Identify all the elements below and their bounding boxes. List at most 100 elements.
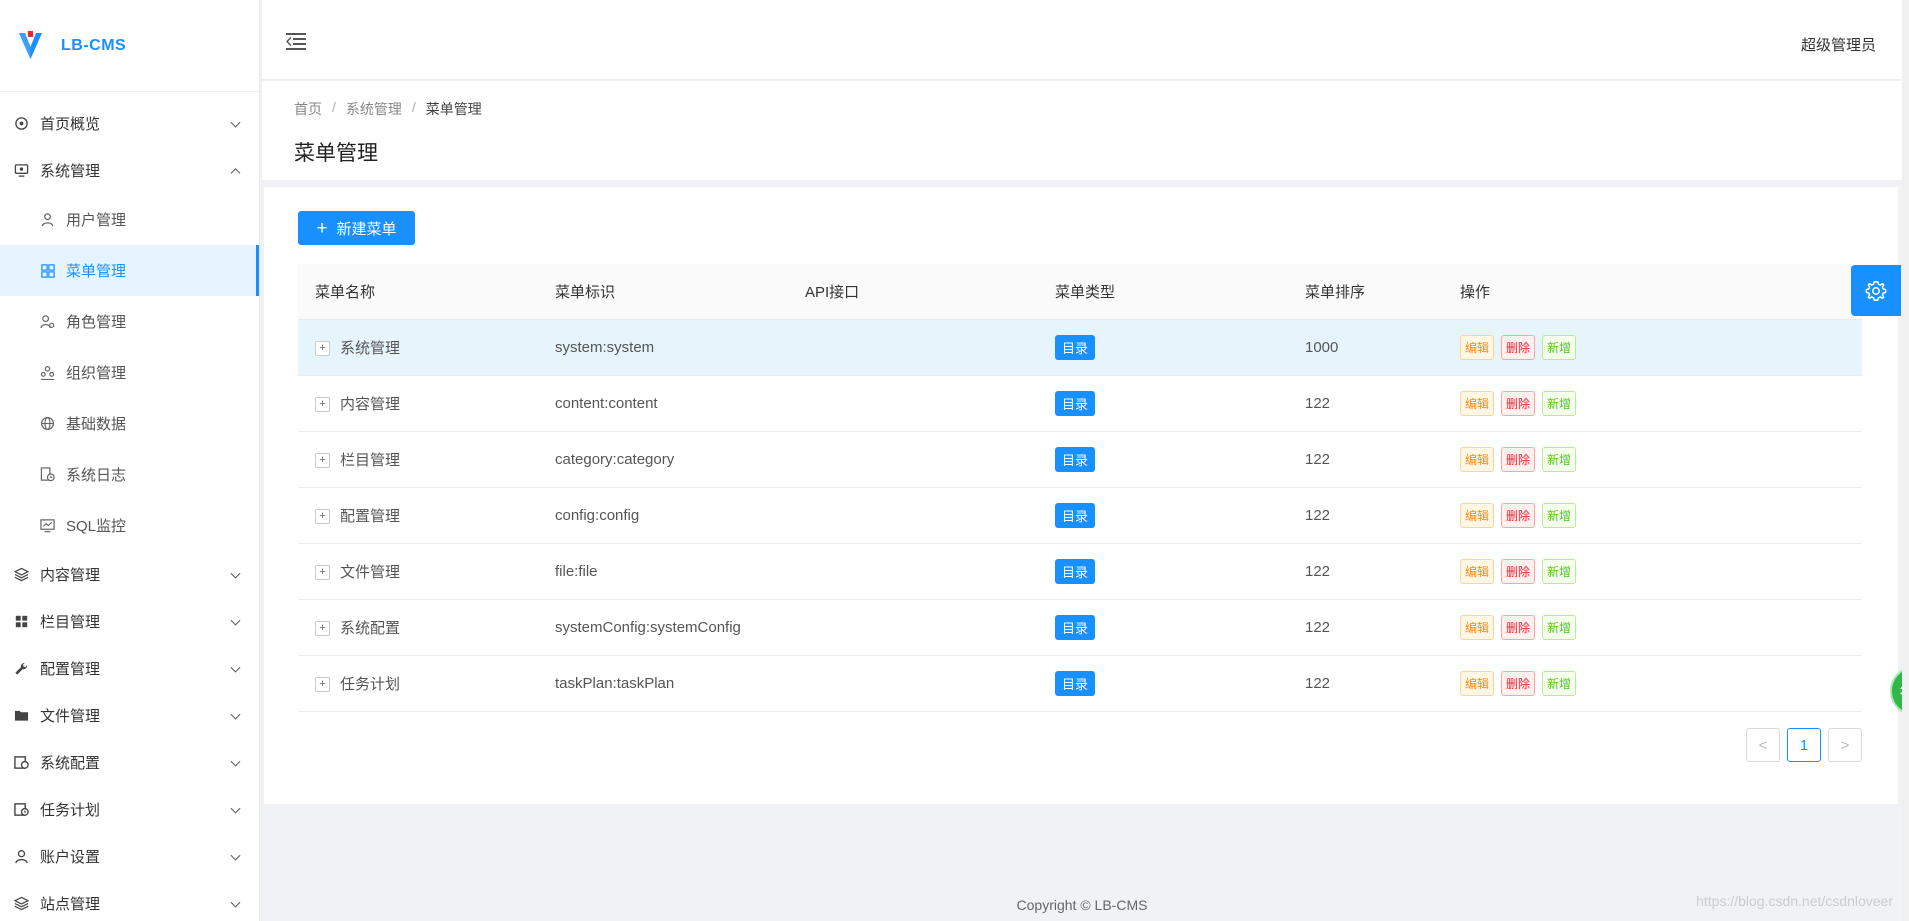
- settings-drawer-button[interactable]: [1851, 265, 1901, 316]
- table-row[interactable]: + 任务计划 taskPlan:taskPlan 目录 122 编辑 删除 新增: [298, 655, 1862, 712]
- expand-row-icon[interactable]: +: [315, 621, 330, 637]
- menu-table: 菜单名称 菜单标识 API接口 菜单类型 菜单排序 操作 + 系统管理 syste…: [298, 264, 1862, 712]
- table-row[interactable]: + 系统管理 system:system 目录 1000 编辑 删除 新增: [298, 319, 1862, 376]
- table-row[interactable]: + 配置管理 config:config 目录 122 编辑 删除 新增: [298, 487, 1862, 544]
- system-submenu: 用户管理 菜单管理 角色管理 组织管理 基础数据 系统日志 SQL监控: [0, 194, 259, 551]
- page-header: 首页 / 系统管理 / 菜单管理 菜单管理: [262, 81, 1902, 180]
- edit-button[interactable]: 编辑: [1460, 614, 1495, 640]
- next-page-button[interactable]: >: [1828, 728, 1862, 762]
- sidebar-menu: 首页概览 系统管理 用户管理 菜单管理 角色管理 组织管理 基础数据 系统日志 …: [0, 92, 259, 921]
- chart-monitor-icon: [40, 518, 55, 533]
- menu-sort: 122: [1305, 599, 1460, 656]
- folder-icon: [14, 708, 29, 723]
- edit-button[interactable]: 编辑: [1460, 334, 1495, 360]
- menu-api: [805, 431, 1055, 488]
- edit-button[interactable]: 编辑: [1460, 670, 1495, 696]
- chevron-down-icon: [230, 568, 241, 579]
- sidebar-item-menus[interactable]: 菜单管理: [0, 245, 259, 296]
- user-icon: [40, 212, 55, 227]
- delete-button[interactable]: 删除: [1501, 334, 1536, 360]
- table-row[interactable]: + 系统配置 systemConfig:systemConfig 目录 122 编…: [298, 599, 1862, 656]
- sidebar-item-label: 站点管理: [40, 896, 101, 913]
- breadcrumb: 首页 / 系统管理 / 菜单管理: [294, 99, 482, 119]
- content-card: + 新建菜单 菜单名称 菜单标识 API接口 菜单类型 菜单排序 操作 + 系统管…: [264, 187, 1898, 804]
- sidebar-item-category[interactable]: 栏目管理: [0, 598, 259, 645]
- add-child-button[interactable]: 新增: [1542, 614, 1577, 640]
- sidebar-item-dashboard[interactable]: 首页概览: [0, 100, 259, 147]
- sidebar-item-sites[interactable]: 站点管理: [0, 880, 259, 921]
- role-icon: [40, 314, 55, 329]
- breadcrumb-system[interactable]: 系统管理: [346, 99, 402, 119]
- add-child-button[interactable]: 新增: [1542, 446, 1577, 472]
- chevron-down-icon: [230, 709, 241, 720]
- sidebar-item-tasks[interactable]: 任务计划: [0, 786, 259, 833]
- add-child-button[interactable]: 新增: [1542, 390, 1577, 416]
- table-row[interactable]: + 栏目管理 category:category 目录 122 编辑 删除 新增: [298, 431, 1862, 488]
- chevron-down-icon: [230, 897, 241, 908]
- breadcrumb-separator: /: [332, 99, 336, 115]
- sidebar-item-logs[interactable]: 系统日志: [0, 449, 259, 500]
- add-child-button[interactable]: 新增: [1542, 334, 1577, 360]
- delete-button[interactable]: 删除: [1501, 670, 1536, 696]
- delete-button[interactable]: 删除: [1501, 558, 1536, 584]
- breadcrumb-home[interactable]: 首页: [294, 99, 322, 119]
- add-child-button[interactable]: 新增: [1542, 670, 1577, 696]
- sidebar-item-sql-monitor[interactable]: SQL监控: [0, 500, 259, 551]
- sidebar-item-roles[interactable]: 角色管理: [0, 296, 259, 347]
- type-tag: 目录: [1055, 502, 1096, 528]
- sidebar-item-org[interactable]: 组织管理: [0, 347, 259, 398]
- layers-icon: [14, 567, 29, 582]
- new-menu-button[interactable]: + 新建菜单: [298, 211, 415, 245]
- gear-icon: [1865, 280, 1887, 301]
- menu-key: file:file: [555, 543, 805, 600]
- grid-icon: [40, 263, 55, 278]
- sidebar-item-system-config[interactable]: 系统配置: [0, 739, 259, 786]
- expand-row-icon[interactable]: +: [315, 509, 330, 525]
- account-icon: [14, 849, 29, 864]
- sidebar-item-content[interactable]: 内容管理: [0, 551, 259, 598]
- menu-api: [805, 543, 1055, 600]
- globe-icon: [40, 416, 55, 431]
- add-child-button[interactable]: 新增: [1542, 558, 1577, 584]
- sidebar-item-label: 内容管理: [40, 567, 101, 584]
- sidebar-item-label: 账户设置: [40, 849, 101, 866]
- sidebar-item-users[interactable]: 用户管理: [0, 194, 259, 245]
- config-icon: [14, 755, 29, 770]
- delete-button[interactable]: 删除: [1501, 446, 1536, 472]
- sidebar-item-label: 栏目管理: [40, 614, 101, 631]
- sidebar-item-files[interactable]: 文件管理: [0, 692, 259, 739]
- edit-button[interactable]: 编辑: [1460, 558, 1495, 584]
- edit-button[interactable]: 编辑: [1460, 390, 1495, 416]
- delete-button[interactable]: 删除: [1501, 502, 1536, 528]
- delete-button[interactable]: 删除: [1501, 390, 1536, 416]
- sidebar-item-config[interactable]: 配置管理: [0, 645, 259, 692]
- expand-row-icon[interactable]: +: [315, 341, 330, 357]
- table-row[interactable]: + 内容管理 content:content 目录 122 编辑 删除 新增: [298, 375, 1862, 432]
- sidebar-item-account[interactable]: 账户设置: [0, 833, 259, 880]
- menu-api: [805, 599, 1055, 656]
- prev-page-button[interactable]: <: [1746, 728, 1780, 762]
- expand-row-icon[interactable]: +: [315, 565, 330, 581]
- delete-button[interactable]: 删除: [1501, 614, 1536, 640]
- expand-row-icon[interactable]: +: [315, 453, 330, 469]
- collapse-menu-icon[interactable]: [286, 33, 306, 50]
- logo[interactable]: LB-CMS: [0, 0, 259, 92]
- sidebar-item-label: 基础数据: [66, 416, 127, 433]
- edit-button[interactable]: 编辑: [1460, 446, 1495, 472]
- add-child-button[interactable]: 新增: [1542, 502, 1577, 528]
- sidebar-item-base-data[interactable]: 基础数据: [0, 398, 259, 449]
- sidebar-item-label: 系统管理: [40, 163, 101, 180]
- expand-row-icon[interactable]: +: [315, 397, 330, 413]
- user-name[interactable]: 超级管理员: [1801, 34, 1876, 55]
- sidebar-item-label: SQL监控: [66, 518, 127, 535]
- edit-button[interactable]: 编辑: [1460, 502, 1495, 528]
- page-scrollbar[interactable]: [1902, 0, 1909, 921]
- menu-sort: 122: [1305, 375, 1460, 432]
- table-row[interactable]: + 文件管理 file:file 目录 122 编辑 删除 新增: [298, 543, 1862, 600]
- type-tag: 目录: [1055, 558, 1096, 584]
- watermark: https://blog.csdn.net/csdnloveer: [1696, 893, 1893, 909]
- expand-row-icon[interactable]: +: [315, 677, 330, 693]
- sidebar-item-system[interactable]: 系统管理: [0, 147, 259, 194]
- page-button-current[interactable]: 1: [1787, 728, 1821, 762]
- plus-icon: +: [316, 217, 328, 239]
